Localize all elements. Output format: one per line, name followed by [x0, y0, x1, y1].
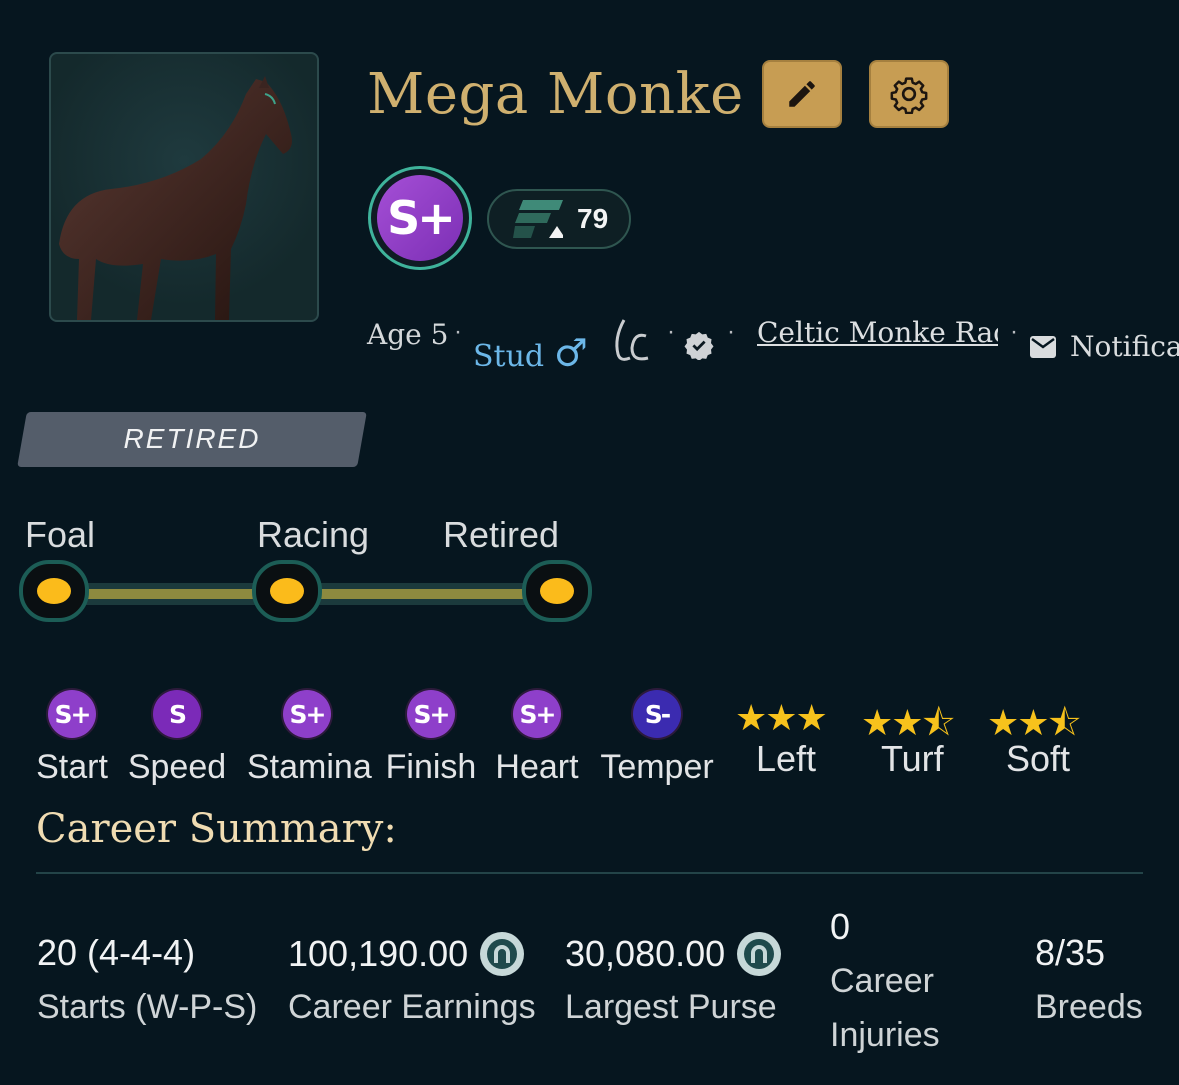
attribute-grade-badge: S+ [283, 690, 331, 738]
envelope-icon [1030, 335, 1056, 358]
horse-name: Mega Monke [367, 62, 744, 127]
preference-label-turf: Turf [881, 738, 944, 779]
verified-badge-icon [684, 330, 714, 365]
lifecycle-node-foal [19, 560, 89, 622]
lifecycle-node-racing [252, 560, 322, 622]
lc-monogram-icon [606, 314, 654, 375]
rating-value: 79 [577, 203, 609, 234]
attribute-stamina: S+ Stamina [247, 690, 372, 787]
overall-grade-badge: S+ [368, 166, 472, 270]
sex-link[interactable]: Stud ♂ [473, 330, 588, 375]
largest-purse-value: 30,080.00 [565, 933, 726, 974]
male-symbol-icon: ♂ [553, 330, 588, 375]
rating-pill: 79 [487, 189, 631, 249]
divider [36, 872, 1143, 874]
horse-image [59, 76, 292, 320]
injuries-label: Career [830, 962, 934, 1000]
attribute-label: Temper [600, 748, 714, 786]
separator-dot: · [454, 318, 462, 345]
pencil-icon [789, 81, 815, 107]
stage-label-racing: Racing [257, 514, 370, 555]
attribute-grade-badge: S [153, 690, 201, 738]
horseshoe-coin-icon [480, 932, 525, 976]
attribute-speed: S Speed [117, 690, 237, 787]
stage-label-foal: Foal [25, 514, 96, 555]
attribute-label: Start [36, 748, 108, 786]
attribute-grade-badge: S+ [513, 690, 561, 738]
injuries-value: 0 [830, 906, 851, 947]
attribute-start: S+ Start [12, 690, 132, 787]
attribute-label: Heart [495, 748, 579, 786]
career-earnings-value: 100,190.00 [288, 933, 469, 974]
attribute-finish: S+ Finish [371, 690, 491, 787]
attribute-label: Stamina [247, 748, 372, 786]
overall-grade: S+ [377, 175, 463, 261]
largest-purse: 30,080.00 [565, 932, 782, 976]
attribute-label: Speed [127, 748, 227, 786]
stage-label-retired: Retired [443, 514, 560, 555]
gear-icon [890, 77, 928, 114]
separator-dot: · [1010, 318, 1018, 345]
notifications-link[interactable]: Notifica [1030, 330, 1179, 363]
attribute-label: Finish [385, 748, 477, 786]
age-label: Age 5 [367, 318, 449, 351]
starts-value: 20 (4-4-4) [37, 932, 196, 973]
rating-logo-icon [513, 200, 563, 238]
career-earnings: 100,190.00 [288, 932, 525, 976]
career-earnings-label: Career Earnings [288, 988, 536, 1026]
breeds-value: 8/35 [1035, 932, 1106, 973]
owner-link[interactable]: Celtic Monke Rac [757, 316, 998, 349]
separator-dot: · [727, 318, 735, 345]
attribute-grade-badge: S+ [48, 690, 96, 738]
breeds-label: Breeds [1035, 988, 1143, 1026]
notifications-label: Notifica [1070, 330, 1179, 363]
sex-label: Stud [473, 339, 545, 374]
preference-label-soft: Soft [1006, 738, 1071, 779]
star-rating-left: ★★★ [735, 697, 828, 738]
separator-dot: · [667, 318, 675, 345]
status-text: RETIRED [123, 423, 261, 454]
horseshoe-coin-icon [737, 932, 782, 976]
attribute-heart: S+ Heart [477, 690, 597, 787]
attribute-temper: S- Temper [597, 690, 717, 787]
horse-portrait [49, 52, 319, 322]
edit-button[interactable] [762, 60, 842, 128]
injuries-label: Injuries [830, 1016, 940, 1054]
career-summary-title: Career Summary: [36, 806, 397, 852]
lifecycle-node-retired [522, 560, 592, 622]
largest-purse-label: Largest Purse [565, 988, 777, 1026]
starts-label: Starts (W-P-S) [37, 988, 258, 1026]
preference-label-left: Left [756, 738, 817, 779]
settings-button[interactable] [869, 60, 949, 128]
attribute-grade-badge: S+ [407, 690, 455, 738]
attribute-grade-badge: S- [633, 690, 681, 738]
